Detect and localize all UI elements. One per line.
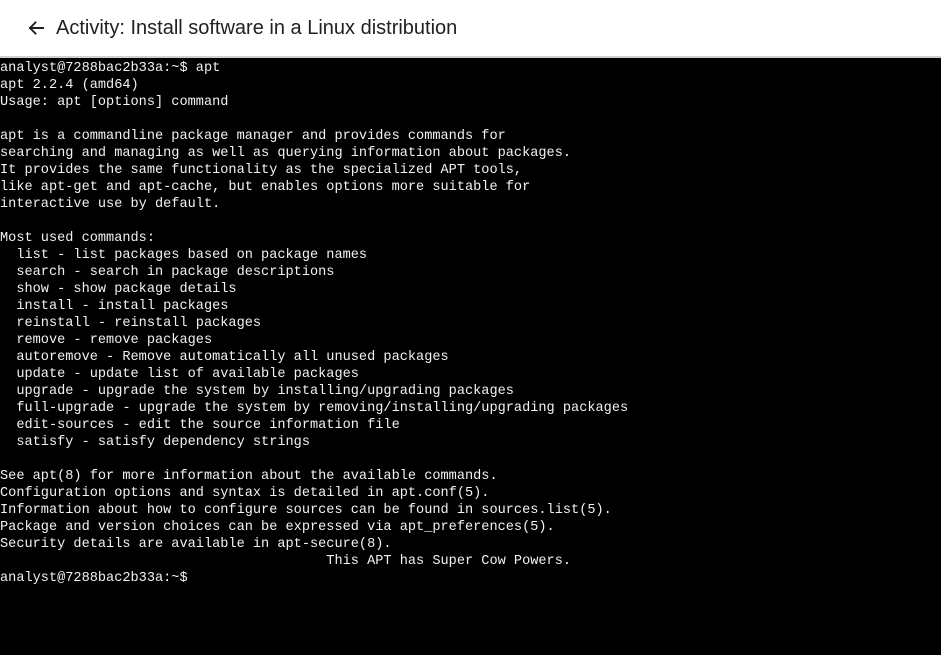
- terminal-line: Configuration options and syntax is deta…: [0, 486, 490, 501]
- terminal-line: satisfy - satisfy dependency strings: [0, 435, 310, 450]
- terminal-line: Security details are available in apt-se…: [0, 537, 392, 552]
- terminal-line: analyst@7288bac2b33a:~$ apt: [0, 61, 221, 76]
- activity-header: Activity: Install software in a Linux di…: [0, 0, 941, 58]
- back-button[interactable]: [22, 14, 50, 42]
- terminal-line: This APT has Super Cow Powers.: [0, 554, 572, 569]
- terminal-output[interactable]: analyst@7288bac2b33a:~$ apt apt 2.2.4 (a…: [0, 60, 941, 655]
- terminal-line: install - install packages: [0, 299, 229, 314]
- terminal-line: list - list packages based on package na…: [0, 248, 368, 263]
- terminal-line: It provides the same functionality as th…: [0, 163, 523, 178]
- terminal-line: Usage: apt [options] command: [0, 95, 229, 110]
- terminal-line: autoremove - Remove automatically all un…: [0, 350, 449, 365]
- terminal-line: edit-sources - edit the source informati…: [0, 418, 400, 433]
- terminal-line: reinstall - reinstall packages: [0, 316, 262, 331]
- terminal-line: full-upgrade - upgrade the system by rem…: [0, 401, 629, 416]
- terminal-line: searching and managing as well as queryi…: [0, 146, 572, 161]
- terminal-line: Package and version choices can be expre…: [0, 520, 555, 535]
- terminal-line: remove - remove packages: [0, 333, 213, 348]
- terminal-line: interactive use by default.: [0, 197, 221, 212]
- terminal-line: update - update list of available packag…: [0, 367, 359, 382]
- terminal-prompt[interactable]: analyst@7288bac2b33a:~$: [0, 570, 941, 587]
- terminal-line: show - show package details: [0, 282, 237, 297]
- terminal-line: Information about how to configure sourc…: [0, 503, 612, 518]
- terminal-line: upgrade - upgrade the system by installi…: [0, 384, 514, 399]
- page-title: Activity: Install software in a Linux di…: [56, 17, 458, 39]
- terminal-line: search - search in package descriptions: [0, 265, 335, 280]
- terminal-line: See apt(8) for more information about th…: [0, 469, 498, 484]
- terminal-line: apt is a commandline package manager and…: [0, 129, 506, 144]
- terminal-line: apt 2.2.4 (amd64): [0, 78, 139, 93]
- arrow-left-icon: [28, 21, 44, 35]
- terminal-line: Most used commands:: [0, 231, 155, 246]
- terminal-line: like apt-get and apt-cache, but enables …: [0, 180, 531, 195]
